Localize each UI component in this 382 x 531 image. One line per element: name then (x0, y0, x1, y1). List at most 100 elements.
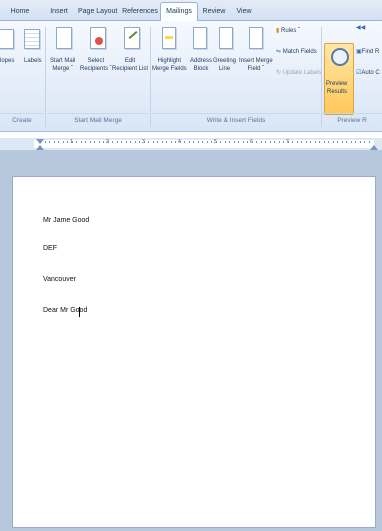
labels-button[interactable]: Labels (24, 57, 42, 65)
group-label-start-mail-merge: Start Mail Merge (48, 113, 148, 127)
ruler-tick (85, 141, 86, 143)
envelope-icon (0, 29, 14, 49)
match-fields-icon: ⇋ (276, 49, 282, 55)
ruler-tick (260, 141, 262, 143)
ruler-tick (229, 141, 230, 143)
rules-icon: ▮ (276, 28, 280, 34)
highlight-label-2: Merge Fields (152, 66, 187, 72)
highlight-merge-fields-icon (162, 27, 176, 49)
ruler-tick (296, 141, 298, 143)
greeting-line-icon (219, 27, 233, 49)
tab-references[interactable]: References (122, 4, 158, 19)
ruler-tick (314, 141, 316, 143)
match-fields-label: Match Fields (282, 49, 317, 55)
ruler-tick (292, 141, 293, 143)
ruler-tick (161, 141, 163, 143)
rules-label: Rules ˇ (280, 28, 300, 34)
document-line[interactable]: Vancouver (43, 276, 76, 283)
document-line[interactable]: Dear Mr Good (43, 307, 87, 314)
highlight-label-1: Highlight (157, 58, 182, 64)
ruler-tick (152, 141, 154, 143)
greeting-line-button[interactable]: Greeting Line (213, 57, 236, 73)
ruler-tick (368, 141, 370, 143)
ruler-tick (256, 141, 257, 143)
ruler-tick (197, 141, 199, 143)
edit-recipient-list-label-1: Edit (124, 58, 136, 64)
update-labels-icon: ↻ (276, 70, 282, 76)
group-label-preview-results: Preview R (322, 113, 382, 127)
group-separator (45, 27, 46, 127)
tab-view[interactable]: View (232, 4, 256, 19)
preview-results-button[interactable]: Preview Results (324, 43, 354, 115)
tab-mailings[interactable]: Mailings (160, 2, 198, 21)
select-recipients-label-1: Select (87, 58, 105, 64)
mailings-ribbon: lopes Labels Create Start Mail Merge ˇ S… (0, 21, 382, 132)
ruler-tick (305, 141, 307, 143)
ruler-tick (265, 141, 266, 143)
ruler-tick (98, 141, 100, 143)
tab-page-layout[interactable]: Page Layout (78, 4, 117, 19)
select-recipients-icon (90, 27, 106, 49)
tab-review[interactable]: Review (200, 4, 228, 19)
ruler-tick (206, 141, 208, 143)
ruler-tick (121, 141, 122, 143)
find-recipient-button[interactable]: ▣Find R (356, 48, 379, 57)
highlight-merge-fields-button[interactable]: Highlight Merge Fields (152, 57, 187, 73)
ruler-tick (148, 141, 149, 143)
tab-home[interactable]: Home (6, 4, 34, 19)
ruler-tick (94, 141, 95, 143)
match-fields-button[interactable]: ⇋ Match Fields (276, 48, 317, 57)
preview-results-label-2: Results (327, 89, 348, 95)
ruler-tick (134, 141, 136, 143)
ruler-tick (116, 141, 118, 143)
update-labels-label: Update Labels (282, 70, 322, 76)
ruler-tick (341, 141, 343, 143)
right-indent-marker[interactable] (370, 145, 378, 150)
select-recipients-button[interactable]: Select Recipients ˇ (80, 57, 112, 73)
ruler-tick (71, 141, 73, 143)
update-labels-button[interactable]: ↻ Update Labels (276, 69, 321, 78)
ruler-tick (193, 141, 194, 143)
ruler-tick (364, 141, 365, 143)
ruler-tick (58, 141, 59, 143)
auto-check-button[interactable]: ☑Auto C (356, 69, 380, 78)
group-label-create: Create (0, 113, 44, 127)
document-line[interactable]: Mr Jame Good (43, 217, 89, 224)
document-line[interactable]: DEF (43, 245, 57, 252)
address-block-button[interactable]: Address Block (190, 57, 212, 73)
ruler-tick (62, 141, 64, 143)
ruler-tick (80, 141, 82, 143)
horizontal-ruler[interactable]: 1 2 3 4 5 6 7 (0, 138, 382, 151)
ruler-tick (269, 141, 271, 143)
start-mail-merge-button[interactable]: Start Mail Merge ˇ (50, 57, 75, 73)
ruler-tick (202, 141, 203, 143)
tab-insert[interactable]: Insert (46, 4, 72, 19)
ruler-tick (238, 141, 239, 143)
magnifier-icon (331, 48, 349, 66)
start-mail-merge-label-1: Start Mail (50, 58, 76, 64)
ruler-tick (301, 141, 302, 143)
envelopes-button[interactable]: lopes (0, 57, 14, 65)
edit-recipient-list-button[interactable]: Edit Recipient List (112, 57, 148, 73)
ruler-tick (40, 141, 41, 143)
insert-merge-label-2: Field ˇ (247, 66, 265, 72)
edit-recipient-list-label-2: Recipient List (112, 66, 149, 72)
ruler-tick (44, 141, 46, 143)
ruler-tick (359, 141, 361, 143)
group-separator (150, 27, 151, 127)
address-label-2: Block (193, 66, 209, 72)
first-record-icon[interactable]: ◀◀ (356, 24, 365, 33)
rules-button[interactable]: ▮ Rules ˇ (276, 27, 300, 36)
document-page[interactable]: Mr Jame Good DEF Vancouver Dear Mr Good (12, 176, 376, 528)
ruler-tick (179, 141, 181, 143)
hanging-indent-marker[interactable] (36, 145, 44, 150)
ruler-tick (103, 141, 104, 143)
ruler-tick (247, 141, 248, 143)
insert-merge-field-button[interactable]: Insert Merge Field ˇ (239, 57, 273, 73)
ruler-tick (166, 141, 167, 143)
text-cursor (79, 307, 80, 317)
group-separator (321, 27, 322, 127)
start-mail-merge-label-2: Merge ˇ (52, 66, 73, 72)
ruler-tick (233, 141, 235, 143)
ruler-tick (107, 141, 109, 143)
